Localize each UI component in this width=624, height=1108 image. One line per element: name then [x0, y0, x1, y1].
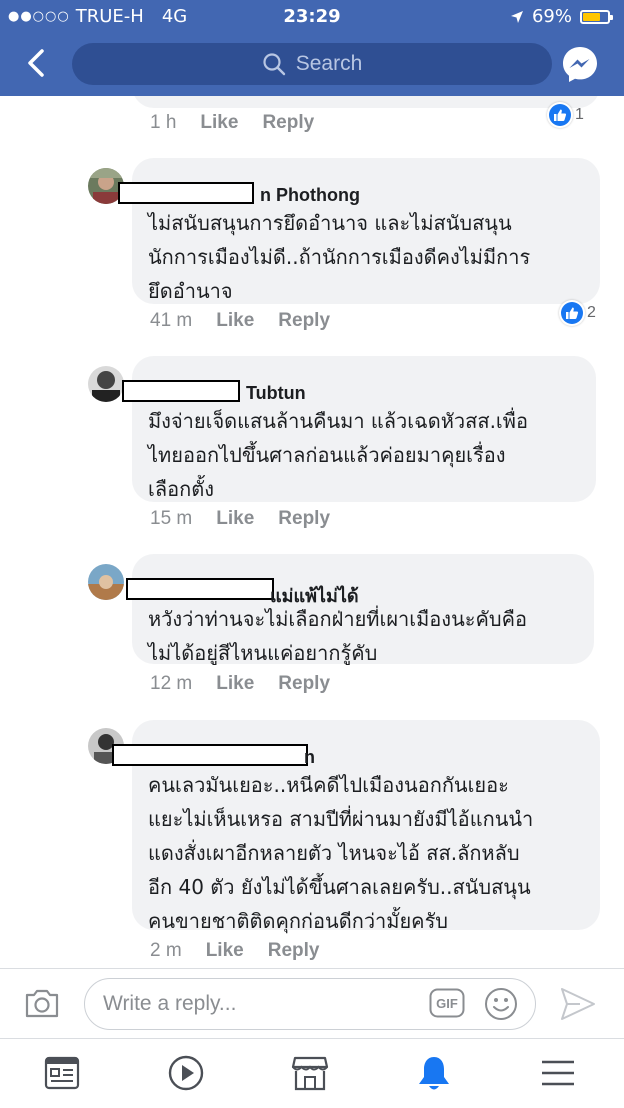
reaction-count[interactable]: 2 — [559, 300, 596, 326]
comment-time: 15 m — [150, 508, 193, 529]
reply-button[interactable]: Reply — [278, 508, 330, 530]
comment-time: 2 m — [150, 940, 182, 961]
previous-comment-bubble — [132, 96, 600, 108]
reply-placeholder: Write a reply... — [103, 992, 237, 1015]
comment-time: 12 m — [150, 673, 193, 694]
reply-composer: Write a reply... GIF — [0, 968, 624, 1038]
reply-button[interactable]: Reply — [262, 112, 314, 134]
bottom-tab-bar — [0, 1038, 624, 1108]
comment-meta: 1 h Like Reply — [150, 112, 314, 134]
messenger-button[interactable] — [560, 44, 600, 84]
like-button[interactable]: Like — [206, 940, 244, 962]
tab-menu[interactable] — [538, 1054, 578, 1092]
top-bar: ●●○○○ TRUE-H 4G 23:29 69% Search — [0, 0, 624, 96]
like-button[interactable]: Like — [216, 508, 254, 530]
battery-percent: 69% — [531, 6, 572, 27]
play-icon — [168, 1055, 204, 1091]
comment-meta: 2 m Like Reply — [150, 940, 319, 962]
search-placeholder: Search — [295, 52, 363, 75]
news-feed-icon — [44, 1056, 80, 1090]
comment-meta: 41 m Like Reply — [150, 310, 330, 332]
tab-marketplace[interactable] — [290, 1054, 330, 1092]
smiley-icon — [485, 988, 517, 1020]
shop-icon — [291, 1056, 329, 1091]
like-thumb-icon — [566, 307, 579, 319]
comment-text: คนเลวมันเยอะ..หนีคดีไปเมืองนอกกันเยอะ แย… — [148, 773, 534, 933]
commenter-name[interactable]: n Phothong — [118, 172, 584, 205]
comment-meta: 12 m Like Reply — [150, 673, 330, 695]
redaction-box — [112, 744, 308, 766]
battery-icon — [580, 9, 613, 24]
like-thumb-icon — [554, 109, 567, 121]
like-button[interactable]: Like — [216, 673, 254, 695]
avatar[interactable] — [88, 564, 124, 600]
search-input[interactable]: Search — [72, 43, 552, 85]
chevron-left-icon — [28, 49, 44, 77]
back-button[interactable] — [22, 48, 52, 78]
comment-text: หวังว่าท่านจะไม่เลือกฝ่ายที่เผาเมืองนะคั… — [148, 607, 527, 665]
comment-time: 41 m — [150, 310, 193, 331]
comment-bubble: n Phothong ไม่สนับสนุนการยึดอำนาจ และไม่… — [118, 158, 600, 304]
like-button[interactable]: Like — [216, 310, 254, 332]
redaction-box — [122, 380, 240, 402]
messenger-icon — [563, 47, 597, 82]
tab-news-feed[interactable] — [42, 1054, 82, 1092]
send-icon — [561, 988, 595, 1020]
like-count: 1 — [575, 106, 584, 123]
commenter-name[interactable]: Tubtun — [122, 370, 580, 403]
hamburger-menu-icon — [542, 1060, 574, 1086]
reply-button[interactable]: Reply — [278, 310, 330, 332]
svg-text:GIF: GIF — [436, 996, 458, 1011]
gif-icon: GIF — [429, 988, 465, 1018]
bell-icon — [419, 1057, 449, 1090]
like-button[interactable]: Like — [200, 112, 238, 134]
comment-text: มึงจ่ายเจ็ดแสนล้านคืนมา แล้วเฉดหัวสส.เพื… — [148, 409, 528, 501]
reply-button[interactable]: Reply — [278, 673, 330, 695]
send-button[interactable] — [560, 987, 596, 1021]
tab-notifications[interactable] — [414, 1054, 454, 1092]
comment-bubble: แม่แพ้ไม่ได้ หวังว่าท่านจะไม่เลือกฝ่ายที… — [126, 554, 594, 665]
like-count: 2 — [587, 304, 596, 321]
camera-button[interactable] — [24, 987, 60, 1019]
status-bar: ●●○○○ TRUE-H 4G 23:29 69% — [0, 0, 624, 34]
commenter-name[interactable]: n — [112, 734, 584, 767]
reply-button[interactable]: Reply — [268, 940, 320, 962]
comment-text: ไม่สนับสนุนการยึดอำนาจ และไม่สนับสนุน นั… — [148, 211, 531, 303]
redaction-box — [126, 578, 274, 600]
gif-button[interactable]: GIF — [429, 988, 465, 1018]
comment-time: 1 h — [150, 112, 177, 133]
comment-bubble: n คนเลวมันเยอะ..หนีคดีไปเมืองนอกกันเยอะ … — [112, 720, 600, 933]
reaction-count[interactable]: 1 — [547, 102, 584, 128]
avatar[interactable] — [88, 366, 124, 402]
tab-watch[interactable] — [166, 1054, 206, 1092]
emoji-button[interactable] — [484, 987, 518, 1021]
redaction-box — [118, 182, 254, 204]
search-icon — [263, 53, 285, 76]
camera-icon — [25, 989, 59, 1018]
commenter-name[interactable]: แม่แพ้ไม่ได้ — [126, 568, 578, 606]
reply-input[interactable]: Write a reply... — [84, 978, 536, 1030]
location-arrow-icon — [510, 10, 523, 23]
comments-feed: 1 h Like Reply 1 n Phothong ไม่สนับสนุนก… — [0, 96, 624, 968]
comment-meta: 15 m Like Reply — [150, 508, 330, 530]
comment-bubble: Tubtun มึงจ่ายเจ็ดแสนล้านคืนมา แล้วเฉดหั… — [122, 356, 596, 502]
